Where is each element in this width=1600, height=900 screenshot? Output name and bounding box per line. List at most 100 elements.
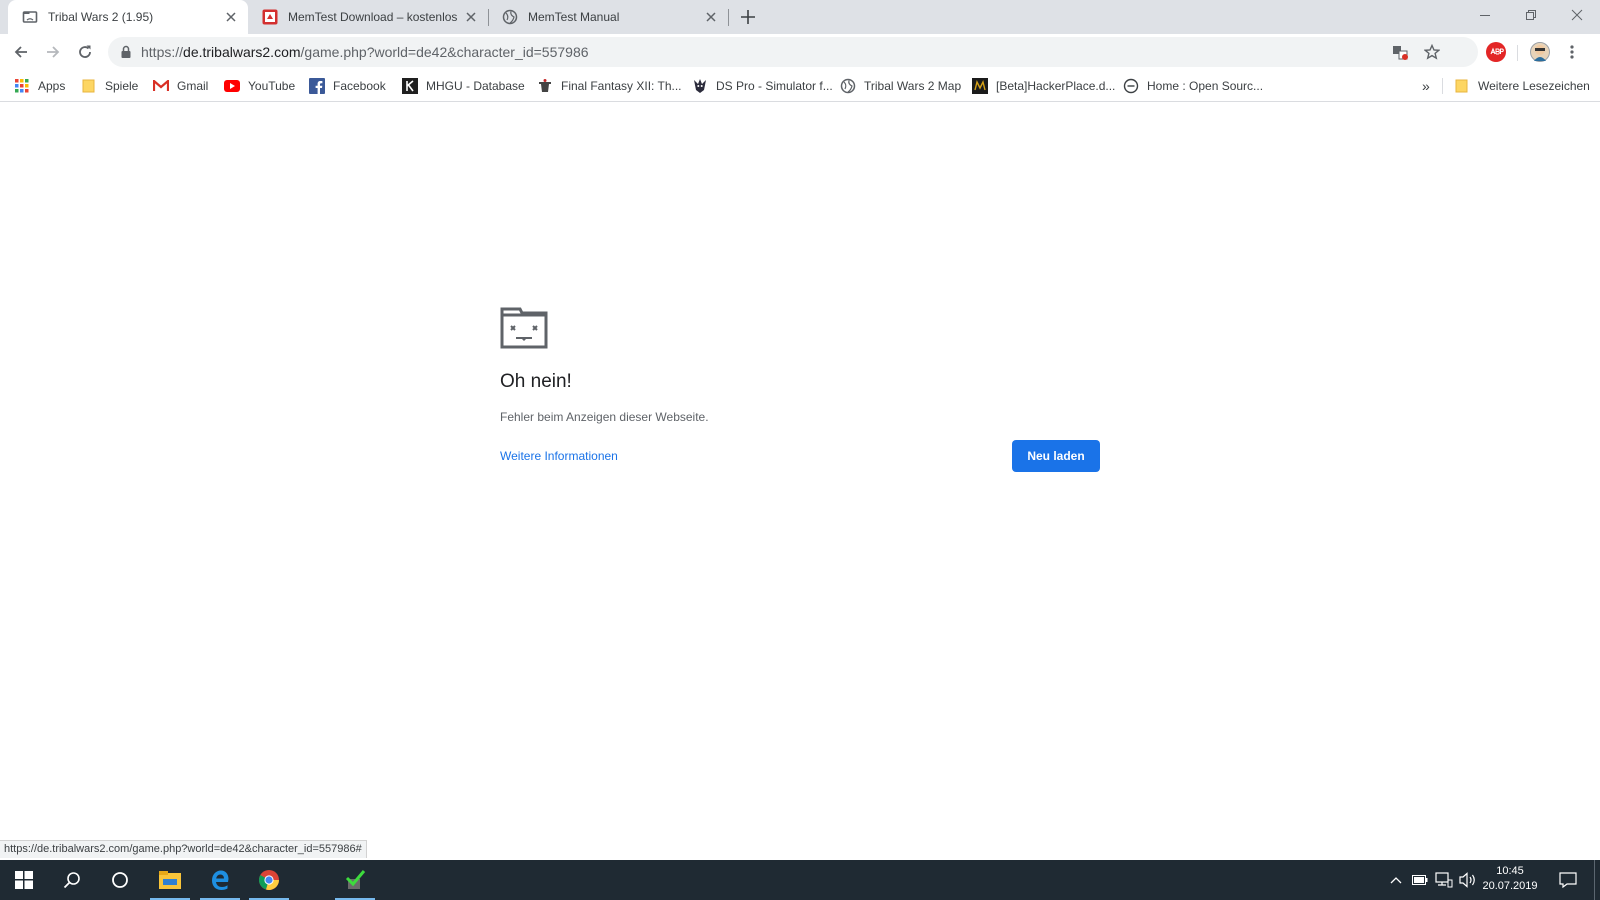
taskbar-app-running[interactable]: [331, 860, 379, 900]
bookmark-final-fantasy[interactable]: Final Fantasy XII: Th...: [537, 78, 682, 94]
clock-time: 10:45: [1496, 865, 1524, 877]
bookmarks-separator: [1442, 78, 1443, 94]
search-button[interactable]: [48, 860, 96, 900]
bookmark-youtube[interactable]: YouTube: [224, 78, 295, 94]
bookmarks-bar: Apps Spiele Gmail YouTube Facebook MHGU …: [0, 70, 1600, 102]
bookmark-other-bookmarks[interactable]: Weitere Lesezeichen: [1454, 78, 1590, 94]
tab-memtest-download[interactable]: MemTest Download – kostenlos –: [248, 0, 488, 34]
browser-toolbar: https://de.tribalwars2.com/game.php?worl…: [0, 34, 1600, 70]
tray-network[interactable]: [1432, 860, 1456, 900]
close-icon[interactable]: [223, 9, 239, 25]
network-icon: [1435, 872, 1453, 888]
bookmark-ds-pro[interactable]: DS Pro - Simulator f...: [692, 78, 833, 94]
show-desktop-button[interactable]: [1594, 860, 1595, 900]
bookmark-hackerplace[interactable]: [Beta]HackerPlace.d...: [972, 78, 1115, 94]
bookmark-label: Final Fantasy XII: Th...: [561, 79, 682, 93]
hackerplace-icon: [972, 78, 988, 94]
reload-icon: [79, 45, 91, 58]
checkmark-app-icon: [345, 870, 366, 889]
lock-icon[interactable]: [120, 45, 132, 59]
error-title: Oh nein!: [500, 371, 572, 392]
folder-icon: [1454, 78, 1470, 94]
taskbar-file-explorer[interactable]: [146, 860, 194, 900]
moogle-icon: [537, 78, 553, 94]
bookmark-spiele[interactable]: Spiele: [81, 78, 138, 94]
bookmark-star-icon[interactable]: [1424, 44, 1440, 60]
bookmark-label: Apps: [38, 79, 66, 93]
minimize-button[interactable]: [1462, 0, 1508, 30]
cortana-circle-icon: [112, 872, 128, 888]
bookmark-label: Home : Open Sourc...: [1147, 79, 1264, 93]
bookmark-mhgu-database[interactable]: MHGU - Database: [402, 78, 525, 94]
file-explorer-icon: [159, 871, 181, 889]
back-button[interactable]: [9, 40, 33, 64]
error-message: Fehler beim Anzeigen dieser Webseite.: [500, 410, 709, 424]
bookmark-tribal-wars-map[interactable]: Tribal Wars 2 Map: [840, 78, 961, 94]
windows-taskbar: 10:45 20.07.2019: [0, 860, 1600, 900]
start-button[interactable]: [0, 860, 48, 900]
sad-folder-icon: [500, 307, 548, 349]
bookmark-label: Gmail: [177, 79, 209, 93]
taskbar-clock[interactable]: 10:45 20.07.2019: [1478, 864, 1542, 894]
more-vertical-icon: [1570, 45, 1574, 59]
close-icon[interactable]: [463, 9, 479, 25]
action-center-button[interactable]: [1548, 860, 1588, 900]
opensource-icon: [1123, 78, 1139, 94]
bookmark-gmail[interactable]: Gmail: [153, 78, 208, 94]
url-scheme: https://: [141, 44, 184, 60]
gmail-icon: [153, 78, 169, 94]
profile-avatar[interactable]: [1530, 42, 1550, 62]
tab-memtest-manual[interactable]: MemTest Manual: [488, 0, 728, 34]
bookmarks-overflow-button[interactable]: »: [1422, 78, 1430, 94]
more-info-link[interactable]: Weitere Informationen: [500, 449, 618, 463]
tray-battery[interactable]: [1408, 860, 1432, 900]
taskbar-chrome[interactable]: [245, 860, 293, 900]
url-text[interactable]: https://de.tribalwars2.com/game.php?worl…: [141, 44, 589, 60]
translate-blocked-icon[interactable]: [1392, 44, 1408, 60]
address-bar[interactable]: https://de.tribalwars2.com/game.php?worl…: [108, 37, 1478, 67]
status-bubble-url: https://de.tribalwars2.com/game.php?worl…: [0, 840, 367, 858]
taskbar-edge[interactable]: [196, 860, 244, 900]
bookmark-label: Spiele: [105, 79, 139, 93]
chrome-icon: [258, 870, 279, 890]
tab-title: Tribal Wars 2 (1.95): [48, 10, 154, 24]
cortana-button[interactable]: [96, 860, 144, 900]
chrome-menu-button[interactable]: [1560, 40, 1584, 64]
forward-button[interactable]: [41, 40, 65, 64]
edge-icon: [212, 870, 229, 890]
close-icon[interactable]: [703, 9, 719, 25]
bookmark-label: [Beta]HackerPlace.d...: [996, 79, 1116, 93]
bookmark-label: Facebook: [333, 79, 386, 93]
bookmark-apps[interactable]: Apps: [14, 78, 65, 94]
new-tab-plus-icon[interactable]: [738, 7, 758, 27]
tab-separator: [728, 9, 729, 26]
tab-strip: Tribal Wars 2 (1.95) MemTest Download – …: [0, 0, 1600, 34]
arrow-left-icon: [14, 46, 27, 58]
arrow-right-icon: [47, 46, 60, 58]
bookmark-label: MHGU - Database: [426, 79, 525, 93]
adblock-plus-icon[interactable]: [1486, 42, 1506, 62]
chevron-up-icon: [1390, 877, 1402, 884]
dspro-icon: [692, 78, 708, 94]
restore-icon: [1526, 10, 1536, 20]
search-icon: [63, 872, 80, 889]
facebook-icon: [309, 78, 325, 94]
notification-icon: [1559, 872, 1577, 888]
close-window-button[interactable]: [1554, 0, 1600, 30]
bookmark-label: Weitere Lesezeichen: [1478, 79, 1590, 93]
minimize-icon: [1480, 15, 1490, 16]
show-hidden-icons-button[interactable]: [1384, 860, 1408, 900]
kiranico-icon: [402, 78, 418, 94]
bookmark-facebook[interactable]: Facebook: [309, 78, 386, 94]
tray-volume[interactable]: [1456, 860, 1480, 900]
reload-button[interactable]: [73, 40, 97, 64]
youtube-icon: [224, 78, 240, 94]
url-path: /game.php?world=de42&character_id=557986: [300, 44, 589, 60]
windows-logo-icon: [15, 871, 33, 889]
bookmark-label: DS Pro - Simulator f...: [716, 79, 833, 93]
bookmark-open-source[interactable]: Home : Open Sourc...: [1123, 78, 1263, 94]
globe-icon: [502, 9, 518, 25]
reload-page-button[interactable]: Neu laden: [1012, 440, 1100, 472]
restore-button[interactable]: [1508, 0, 1554, 30]
tab-tribal-wars[interactable]: Tribal Wars 2 (1.95): [8, 0, 248, 34]
